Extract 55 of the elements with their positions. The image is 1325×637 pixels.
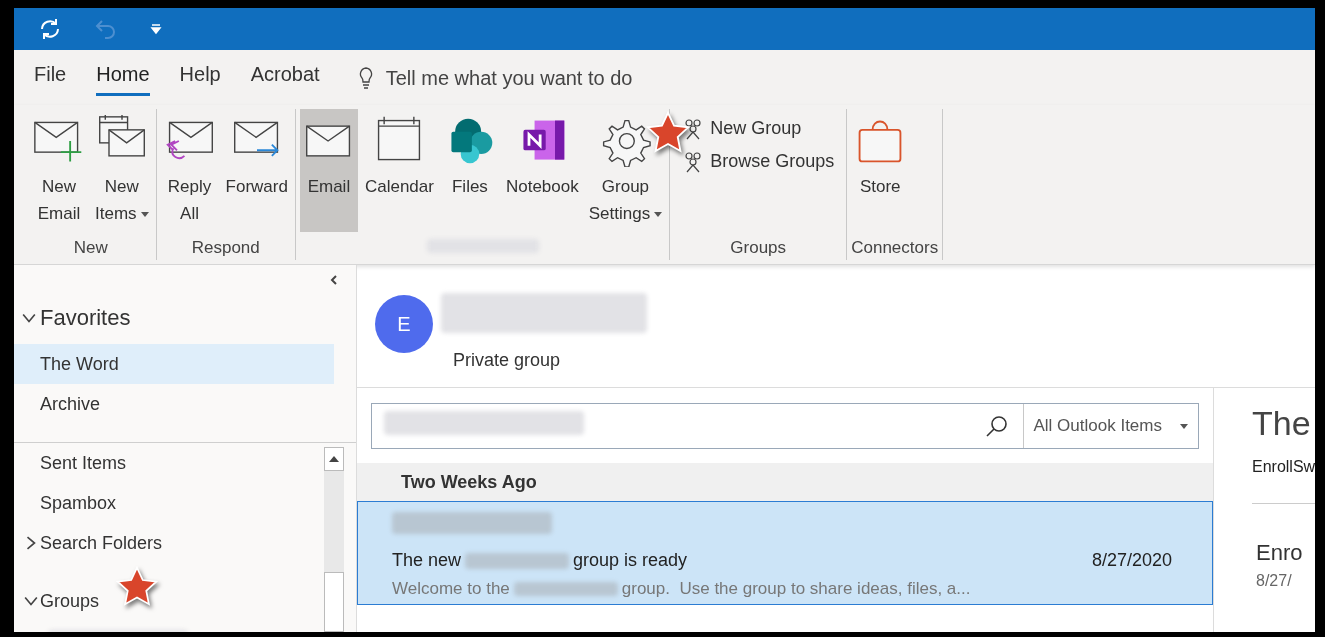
ribbon-button[interactable]: Store — [851, 109, 910, 232]
search-field[interactable]: All Outlook Items — [371, 403, 1199, 449]
folder-item[interactable]: Search Folders — [40, 532, 163, 553]
search-icon[interactable] — [984, 414, 1009, 438]
folder-item[interactable]: Groups — [40, 590, 100, 611]
menu-tab[interactable]: Home — [96, 59, 150, 96]
scroll-up-button[interactable] — [324, 447, 344, 471]
collapse-pane-icon[interactable] — [330, 275, 338, 285]
message-subject: The new — [392, 549, 462, 572]
arrow-up-icon — [329, 456, 339, 462]
ribbon-button[interactable]: Reply All — [160, 109, 219, 232]
message-preview: Welcome to the — [392, 578, 510, 600]
chevron-down-icon[interactable] — [24, 594, 38, 608]
section-header[interactable]: Favorites — [40, 301, 131, 334]
list-section-header: Two Weeks Ago — [357, 463, 1213, 501]
scrollbar[interactable] — [324, 447, 344, 632]
menu-tab[interactable]: File — [34, 59, 67, 96]
search-scope-dropdown[interactable]: All Outlook Items — [1022, 404, 1198, 448]
customize-toolbar-icon[interactable] — [150, 23, 162, 35]
message-preview: group. Use the group to share ideas, files, a... — [621, 578, 971, 600]
sync-icon[interactable] — [38, 17, 62, 41]
attachment-date: 8/27/ — [1256, 571, 1293, 591]
menu-tab[interactable]: Help — [179, 59, 221, 96]
ribbon-button[interactable]: Calendar — [361, 109, 437, 232]
ribbon-group-label: New — [73, 236, 108, 259]
ribbon-small-button[interactable]: New Group — [682, 115, 835, 142]
message-item[interactable]: The new group is ready 8/27/2020 Welcome to the group. Use the group to share ideas, files, a... — [357, 501, 1213, 605]
tell-me-field[interactable]: Tell me what you want to do — [357, 62, 706, 93]
reading-pane-title: The — [1252, 403, 1312, 444]
attachment-title: Enro — [1256, 539, 1304, 567]
chevron-right-icon[interactable] — [24, 536, 38, 550]
ribbon-button[interactable]: Forward — [222, 109, 291, 232]
menu-tab[interactable]: Acrobat — [250, 59, 320, 96]
ribbon-button[interactable]: Notebook — [502, 109, 582, 232]
folder-item[interactable]: The Word — [14, 344, 334, 384]
group-subtitle: Private group — [452, 349, 562, 372]
ribbon-group-label: Groups — [730, 236, 787, 259]
group-avatar: E — [375, 295, 433, 353]
reading-pane-sender: EnrollSw — [1252, 457, 1315, 477]
folder-item[interactable]: Archive — [14, 384, 334, 424]
ribbon-button[interactable]: Group Settings — [585, 109, 666, 232]
message-date: 8/27/2020 — [1091, 549, 1172, 572]
message-subject: group is ready — [573, 549, 688, 572]
ribbon-group-label: Respond — [191, 236, 260, 259]
ribbon-button[interactable]: New Email — [30, 109, 88, 232]
caret-icon — [1180, 423, 1188, 429]
ribbon-small-button[interactable]: Browse Groups — [682, 148, 835, 175]
lightbulb-icon — [357, 66, 374, 89]
ribbon-group-label: Connectors — [851, 236, 939, 259]
scroll-thumb[interactable] — [324, 572, 344, 632]
ribbon-button[interactable]: New Items — [92, 109, 152, 232]
ribbon-button[interactable]: Files — [440, 109, 499, 232]
ribbon-button[interactable]: Email — [299, 109, 358, 232]
folder-item[interactable]: Sent Items — [40, 452, 127, 473]
folder-item[interactable]: Spambox — [40, 492, 117, 513]
